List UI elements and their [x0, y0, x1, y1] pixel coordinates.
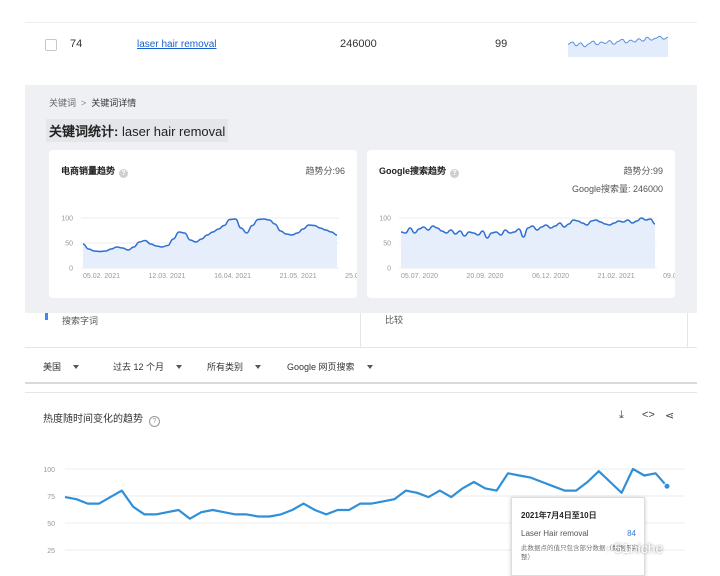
search-type-dropdown-label: Google 网页搜索	[287, 362, 355, 372]
google-y-tick: 0	[387, 266, 391, 273]
breadcrumb-current: 关键词详情	[91, 98, 137, 108]
trend-highlight-point	[663, 482, 671, 490]
search-volume: 246000	[340, 38, 377, 50]
google-trend-score: 趋势分:99	[623, 166, 663, 176]
google-trend-card: Google搜索趋势? 趋势分:99 Google搜索量: 246000 0 50…	[367, 150, 675, 298]
breadcrumb-root[interactable]: 关键词	[49, 98, 76, 108]
google-trend-title-text: Google搜索趋势	[379, 166, 446, 176]
keyword-detail-panel: 关键词 > 关键词详情 关键词统计: laser hair removal 电商销量…	[25, 85, 697, 313]
keyword-table-row: 74 laser hair removal 246000 99	[25, 22, 697, 66]
google-x-tick: 05.07. 2020	[401, 273, 438, 280]
region-dropdown[interactable]: 美国	[43, 360, 80, 373]
ecom-x-tick: 12.03. 2021	[149, 273, 186, 280]
ecommerce-trend-title: 电商销量趋势?	[61, 164, 129, 178]
category-dropdown-label: 所有类别	[207, 362, 244, 372]
breadcrumb-separator: >	[81, 98, 87, 108]
ecom-x-tick: 16.04. 2021	[214, 273, 251, 280]
ecommerce-trend-score: 趋势分:96	[305, 166, 345, 176]
chevron-down-icon	[255, 365, 262, 369]
google-y-tick: 50	[383, 241, 391, 248]
ecom-y-tick: 50	[65, 241, 73, 248]
breadcrumb: 关键词 > 关键词详情	[49, 96, 136, 109]
page-title-keyword: laser hair removal	[121, 124, 226, 139]
share-icon[interactable]: ⋖	[665, 409, 674, 422]
search-type-dropdown[interactable]: Google 网页搜索	[287, 360, 373, 373]
google-trend-chart: 0 50 100 05.07. 2020 20.09. 2020 06.12. 2020 2…	[379, 216, 675, 281]
ecommerce-trend-card: 电商销量趋势? 趋势分:96 0 50 100 05.02. 2021 12.03. 2…	[49, 150, 357, 298]
help-icon[interactable]: ?	[119, 169, 129, 178]
trend-score: 99	[495, 38, 508, 50]
search-term-row: 搜索字词 比较	[25, 313, 697, 348]
chevron-down-icon	[73, 365, 80, 369]
google-trend-title: Google搜索趋势?	[379, 164, 459, 178]
time-range-dropdown-label: 过去 12 个月	[113, 362, 165, 372]
ecommerce-trend-title-text: 电商销量趋势	[61, 166, 116, 176]
tooltip-date: 2021年7月4日至10日	[521, 511, 597, 520]
trend-y-tick: 75	[47, 494, 55, 501]
google-x-tick: 09.05. 2021	[663, 273, 675, 280]
wechat-icon: ◔	[604, 542, 612, 556]
ecom-y-tick: 0	[69, 266, 73, 273]
download-icon[interactable]: ⤓	[619, 409, 624, 422]
search-term-label: 搜索字词	[62, 316, 99, 326]
google-x-tick: 21.02. 2021	[598, 273, 635, 280]
time-range-dropdown[interactable]: 过去 12 个月	[113, 360, 183, 373]
divider	[687, 313, 688, 348]
ecom-x-tick: 21.05. 2021	[280, 273, 317, 280]
watermark-text: 51niche	[614, 540, 664, 556]
interest-over-time-title-text: 热度随时间变化的趋势	[43, 414, 143, 425]
keyword-link[interactable]: laser hair removal	[137, 39, 216, 50]
google-x-tick: 20.09. 2020	[467, 273, 504, 280]
tooltip-series-name: Laser Hair removal	[521, 529, 589, 538]
sparkline-chart	[568, 35, 669, 57]
google-search-volume: Google搜索量: 246000	[571, 184, 663, 194]
google-y-tick: 100	[379, 216, 391, 223]
ecom-x-tick: 05.02. 2021	[83, 273, 120, 280]
embed-code-icon[interactable]: <>	[642, 409, 655, 421]
ecommerce-trend-chart: 0 50 100 05.02. 2021 12.03. 2021 16.04. 2021 2…	[61, 216, 357, 281]
tooltip-value: 84	[627, 529, 636, 538]
google-area	[401, 218, 655, 268]
row-index: 74	[70, 38, 83, 50]
compare-label[interactable]: 比较	[385, 313, 403, 326]
filter-bar: 美国 过去 12 个月 所有类别 Google 网页搜索	[25, 348, 697, 384]
interest-over-time-title: 热度随时间变化的趋势?	[43, 410, 160, 427]
divider	[360, 313, 361, 348]
trend-y-tick: 25	[47, 548, 55, 555]
page-title-prefix: 关键词统计:	[49, 124, 119, 139]
ecom-x-tick: 25.0	[345, 273, 357, 280]
chart-tooltip: 2021年7月4日至10日 Laser Hair removal 84 此数据点…	[511, 497, 645, 576]
row-checkbox[interactable]	[45, 39, 57, 51]
region-dropdown-label: 美国	[43, 362, 62, 372]
ecom-y-tick: 100	[61, 216, 73, 223]
chevron-down-icon	[366, 365, 373, 369]
series-color-marker	[45, 313, 48, 320]
chevron-down-icon	[176, 365, 183, 369]
help-icon[interactable]: ?	[450, 169, 459, 178]
trend-y-tick: 100	[43, 467, 55, 474]
watermark: ◔ 51niche	[604, 540, 663, 556]
category-dropdown[interactable]: 所有类别	[207, 360, 262, 373]
help-icon[interactable]: ?	[149, 416, 160, 427]
page-title: 关键词统计: laser hair removal	[46, 119, 229, 142]
google-x-tick: 06.12. 2020	[532, 273, 569, 280]
trend-y-tick: 50	[47, 521, 55, 528]
